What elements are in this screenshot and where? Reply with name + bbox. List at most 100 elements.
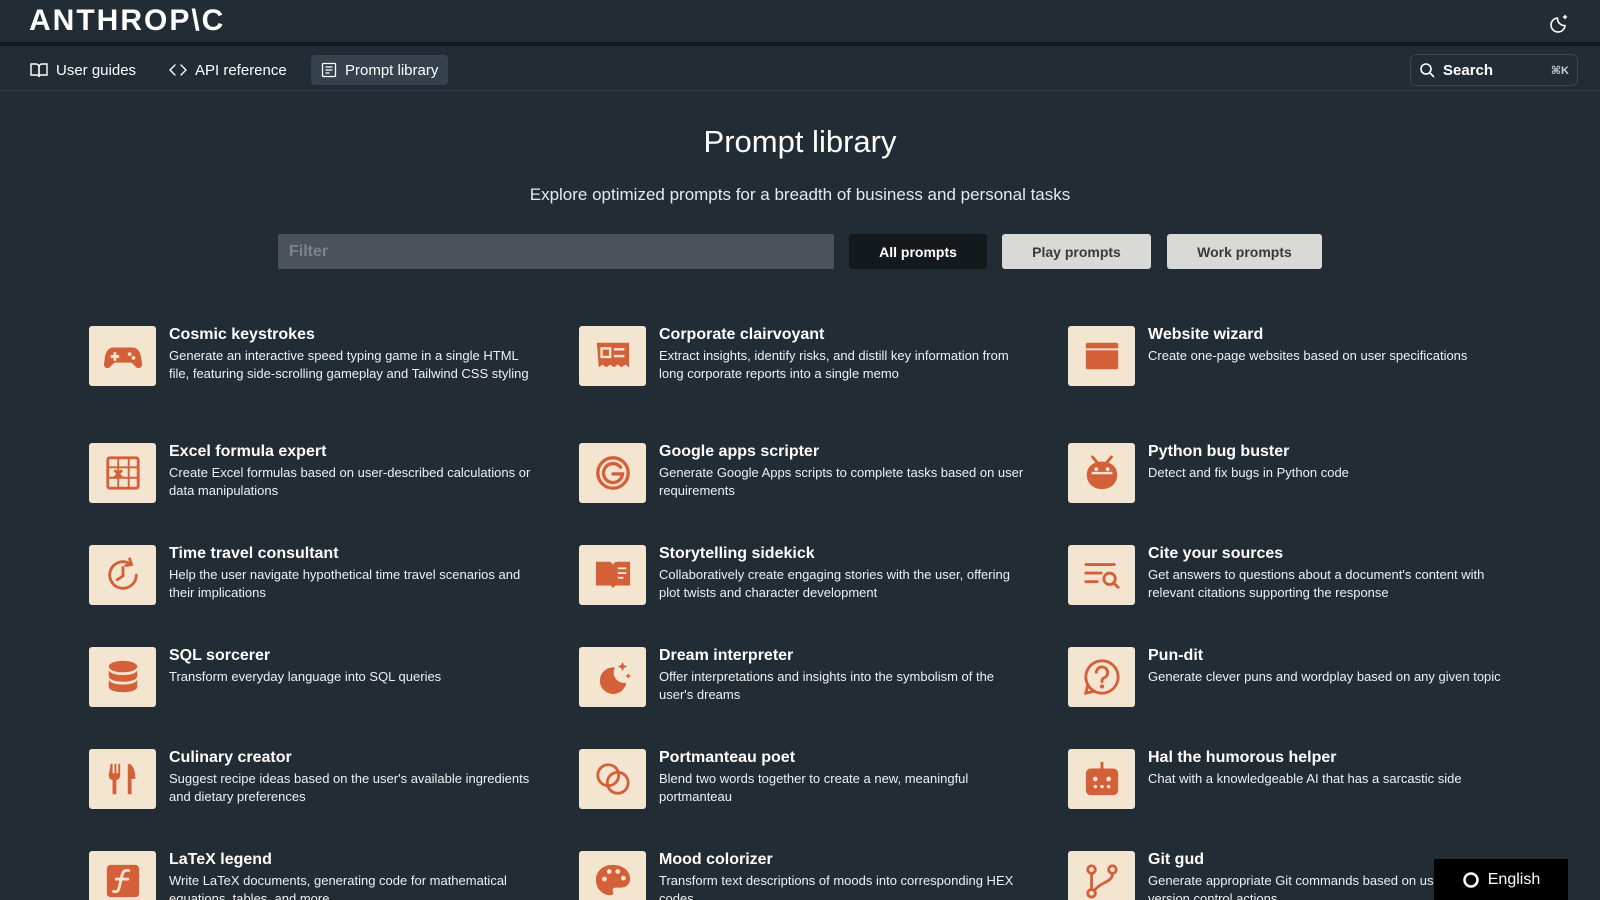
all-prompts-button[interactable]: All prompts [849,234,987,269]
google-g-icon [595,456,630,490]
card-icon-tile [1068,545,1135,605]
book-icon [30,63,48,78]
prompt-card-hal-the-humorous-helper[interactable]: Hal the humorous helper Chat with a know… [1068,749,1518,839]
card-description: Offer interpretations and insights into … [659,669,995,702]
card-title: Mood colorizer [659,851,773,868]
card-title: Corporate clairvoyant [659,326,825,343]
card-icon-tile [579,647,646,707]
card-icon-tile [89,851,156,900]
clock-rewind-icon [107,557,138,590]
card-title: Cosmic keystrokes [169,326,315,343]
prompt-card-sql-sorcerer[interactable]: SQL sorcerer Transform everyday language… [89,647,539,737]
card-description: Extract insights, identify risks, and di… [659,348,1009,381]
card-icon-tile [1068,647,1135,707]
language-selector-button[interactable]: English [1434,859,1568,900]
library-icon [321,62,337,78]
nav-api-reference[interactable]: API reference [159,55,297,85]
card-icon-tile [1068,851,1135,900]
card-title: Google apps scripter [659,443,820,460]
search-button[interactable]: Search ⌘K [1410,54,1578,86]
play-prompts-button[interactable]: Play prompts [1002,234,1151,269]
prompt-card-cosmic-keystrokes[interactable]: Cosmic keystrokes Generate an interactiv… [89,326,539,416]
card-description: Blend two words together to create a new… [659,771,969,804]
robot-icon [1085,761,1118,796]
card-description: Suggest recipe ideas based on the user's… [169,771,530,804]
prompt-card-culinary-creator[interactable]: Culinary creator Suggest recipe ideas ba… [89,749,539,839]
card-title: Hal the humorous helper [1148,749,1337,766]
card-icon-tile [579,545,646,605]
database-icon [108,660,137,693]
card-description: Create one-page websites based on user s… [1148,348,1468,363]
overlapping-circles-icon [595,763,630,795]
prompt-card-latex-legend[interactable]: LaTeX legend Write LaTeX documents, gene… [89,851,539,900]
card-description: Chat with a knowledgeable AI that has a … [1148,771,1462,786]
card-icon-tile [89,545,156,605]
function-icon [106,864,139,898]
prompt-card-pun-dit[interactable]: Pun-dit Generate clever puns and wordpla… [1068,647,1518,737]
palette-icon [595,864,630,896]
card-icon-tile [89,749,156,809]
nav-user-guides-label: User guides [56,61,137,79]
search-shortcut: ⌘K [1550,64,1569,77]
gamepad-icon [103,347,142,369]
card-description: Collaboratively create engaging stories … [659,567,1010,600]
report-icon [596,342,629,368]
card-icon-tile [579,749,646,809]
prompt-card-python-bug-buster[interactable]: Python bug buster Detect and fix bugs in… [1068,443,1518,533]
code-brackets-icon [169,64,187,76]
work-prompts-button[interactable]: Work prompts [1167,234,1322,269]
nav-user-guides[interactable]: User guides [20,55,146,85]
card-description: Generate an interactive speed typing gam… [169,348,529,381]
text-search-icon [1083,563,1120,589]
git-branch-icon [1085,864,1118,899]
nav-prompt-library-label: Prompt library [345,61,439,79]
question-bubble-icon [1083,659,1120,696]
theme-toggle-button[interactable] [1548,11,1572,35]
card-icon-tile [1068,326,1135,386]
card-icon-tile [579,326,646,386]
card-title: Culinary creator [169,749,292,766]
prompt-card-storytelling-sidekick[interactable]: Storytelling sidekick Collaboratively cr… [579,545,1029,635]
nav-api-reference-label: API reference [195,61,287,79]
nav-prompt-library[interactable]: Prompt library [311,55,449,85]
prompt-card-dream-interpreter[interactable]: Dream interpreter Offer interpretations … [579,647,1029,737]
card-description: Transform everyday language into SQL que… [169,669,442,684]
card-description: Transform text descriptions of moods int… [659,873,1014,900]
prompt-card-excel-formula-expert[interactable]: Excel formula expert Create Excel formul… [89,443,539,533]
page-title: Prompt library [703,124,897,159]
prompt-card-google-apps-scripter[interactable]: Google apps scripter Generate Google App… [579,443,1029,533]
card-title: Time travel consultant [169,545,339,562]
card-description: Help the user navigate hypothetical time… [169,567,521,600]
card-title: Pun-dit [1148,647,1204,664]
globe-circle-icon [1463,871,1479,888]
card-title: Portmanteau poet [659,749,796,766]
bug-icon [1086,455,1117,490]
card-description: Write LaTeX documents, generating code f… [169,873,507,900]
prompt-card-mood-colorizer[interactable]: Mood colorizer Transform text descriptio… [579,851,1029,900]
prompt-card-cite-your-sources[interactable]: Cite your sources Get answers to questio… [1068,545,1518,635]
card-title: Storytelling sidekick [659,545,815,562]
card-description: Detect and fix bugs in Python code [1148,465,1349,480]
card-icon-tile [579,851,646,900]
card-title: Excel formula expert [169,443,327,460]
filter-input[interactable] [278,234,834,269]
card-icon-tile [89,647,156,707]
card-title: Python bug buster [1148,443,1290,460]
prompt-card-portmanteau-poet[interactable]: Portmanteau poet Blend two words togethe… [579,749,1029,839]
nav-bar: User guides API reference Prompt library… [0,50,1600,91]
search-icon [1420,63,1435,78]
card-title: Dream interpreter [659,647,794,664]
anthropic-logo[interactable]: ANTHROP\C [29,5,225,37]
card-icon-tile [1068,443,1135,503]
prompt-card-website-wizard[interactable]: Website wizard Create one-page websites … [1068,326,1518,416]
card-description: Get answers to questions about a documen… [1148,567,1485,600]
page-subtitle: Explore optimized prompts for a breadth … [529,185,1071,204]
top-bar: ANTHROP\C [0,0,1600,46]
card-title: LaTeX legend [169,851,272,868]
language-label: English [1487,870,1541,888]
prompt-card-time-travel-consultant[interactable]: Time travel consultant Help the user nav… [89,545,539,635]
card-icon-tile [1068,749,1135,809]
card-title: SQL sorcerer [169,647,271,664]
moon-sparkle-icon [1550,14,1568,33]
prompt-card-corporate-clairvoyant[interactable]: Corporate clairvoyant Extract insights, … [579,326,1029,416]
